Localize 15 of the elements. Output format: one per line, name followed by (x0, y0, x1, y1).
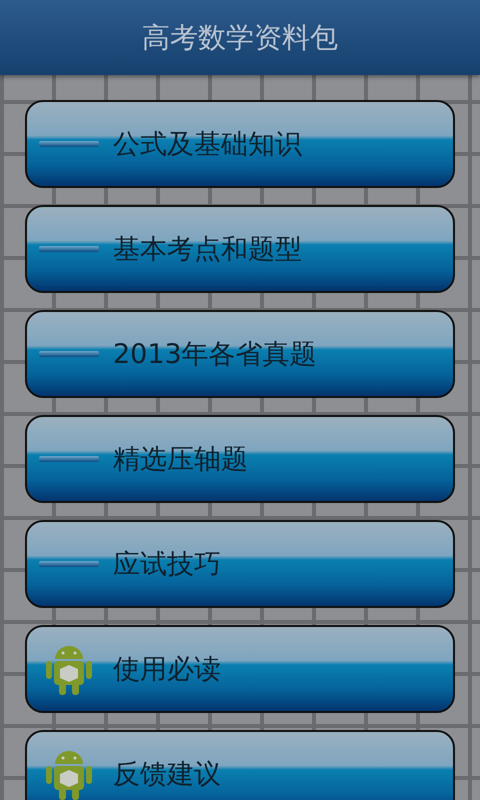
menu-button[interactable]: 应试技巧 (25, 520, 455, 608)
menu-button[interactable]: 2013年各省真题 (25, 310, 455, 398)
android-robot-icon (46, 643, 92, 695)
dash-icon (39, 561, 99, 567)
dash-icon (39, 246, 99, 252)
android-robot-icon (46, 748, 92, 800)
dash-icon (39, 456, 99, 462)
dash-icon (39, 351, 99, 357)
menu-button[interactable]: 反馈建议 (25, 730, 455, 800)
dash-icon (39, 141, 99, 147)
menu-button[interactable]: 使用必读 (25, 625, 455, 713)
menu-button[interactable]: 基本考点和题型 (25, 205, 455, 293)
menu-button[interactable]: 精选压轴题 (25, 415, 455, 503)
menu-button[interactable]: 公式及基础知识 (25, 100, 455, 188)
app-title: 高考数学资料包 (142, 20, 338, 56)
